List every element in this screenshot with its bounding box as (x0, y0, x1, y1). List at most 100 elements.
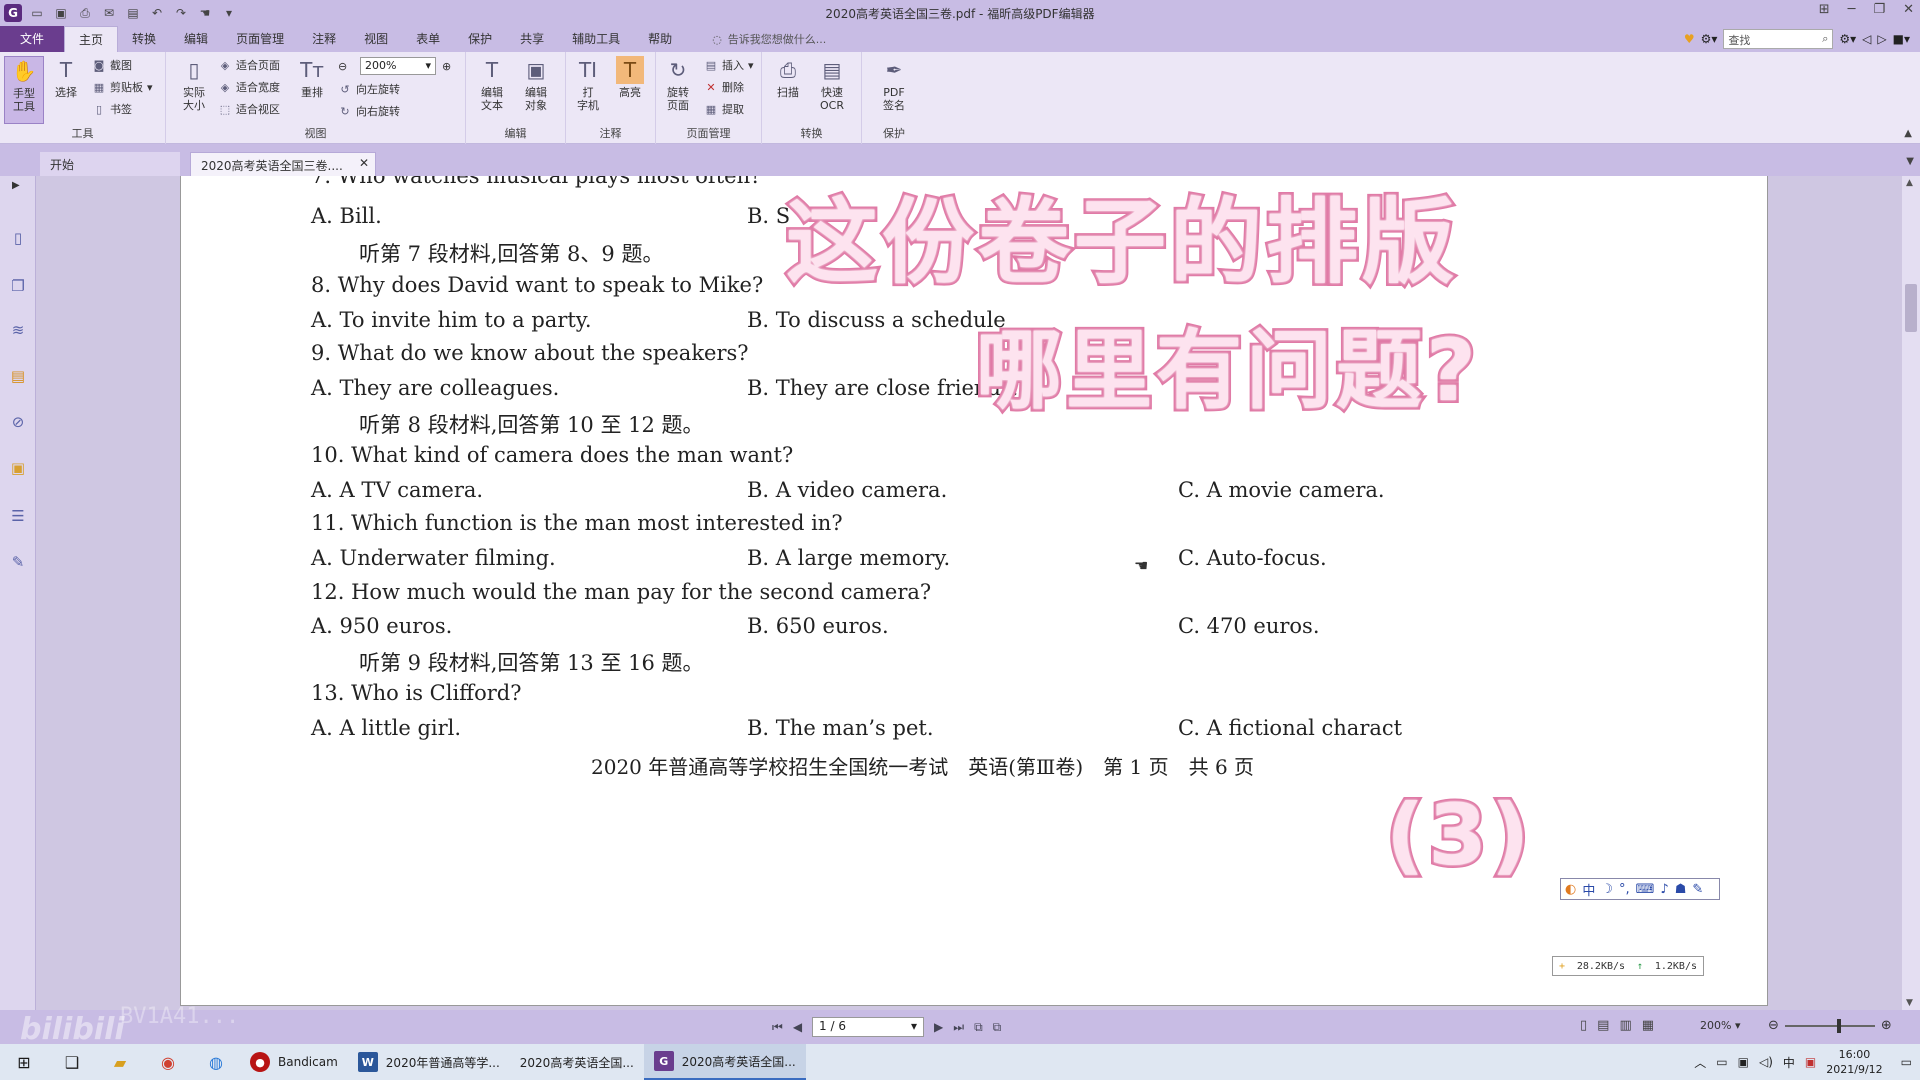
scroll-up-icon[interactable]: ▲ (1906, 178, 1913, 188)
tell-me-box[interactable]: ◌ 告诉我您想做什么... (712, 31, 826, 47)
taskbar-app-word[interactable]: W 2020年普通高等学... (348, 1044, 510, 1080)
security-icon[interactable]: ▣ (8, 458, 28, 478)
network-icon[interactable]: ▣ (1738, 1055, 1749, 1069)
punctuation-icon[interactable]: °, (1619, 882, 1630, 897)
file-explorer-icon[interactable]: ▰ (96, 1044, 144, 1080)
print-icon[interactable]: ⎙ (76, 4, 94, 22)
undo-icon[interactable]: ↶ (148, 4, 166, 22)
single-page-icon[interactable]: ▯ (1580, 1018, 1587, 1033)
bookmark-button[interactable]: ▯ 书签 (92, 100, 132, 118)
tab-file[interactable]: 文件 (0, 26, 65, 52)
zoom-slider[interactable]: ⊖ ⊕ (1768, 1018, 1892, 1033)
restore-button[interactable]: ❐ (1873, 2, 1885, 17)
search-icon[interactable]: ⌕ (1822, 32, 1828, 46)
tray-app-icon[interactable]: ▣ (1805, 1055, 1816, 1069)
reflow-button[interactable]: Tт 重排 (292, 56, 332, 100)
app-logo-icon[interactable]: G (4, 4, 22, 22)
nav-forward-icon[interactable]: ▷ (1877, 32, 1886, 46)
save-icon[interactable]: ▣ (52, 4, 70, 22)
continuous-facing-icon[interactable]: ▦ (1642, 1018, 1654, 1033)
taskbar-app-bandicam[interactable]: ● Bandicam (240, 1044, 348, 1080)
tab-help[interactable]: 帮助 (634, 26, 686, 52)
zoom-status[interactable]: 200% ▾ (1700, 1019, 1740, 1032)
task-view-icon[interactable]: ❑ (48, 1044, 96, 1080)
fit-view-button[interactable]: ⬚ 适合视区 (218, 100, 280, 118)
wrench-icon[interactable]: ✎ (1692, 882, 1703, 897)
zoom-input[interactable]: 200% ▾ (360, 57, 436, 75)
minimize-button[interactable]: ─ (1848, 2, 1856, 17)
tabs-dropdown-icon[interactable]: ▼ (1906, 156, 1914, 167)
hand-dropdown-icon[interactable]: ☚ (196, 4, 214, 22)
form-fields-icon[interactable]: ☰ (8, 506, 28, 526)
user-icon[interactable]: ■▾ (1893, 32, 1910, 46)
mic-icon[interactable]: ♪ (1660, 882, 1668, 897)
hand-tool-button[interactable]: ✋ 手型 工具 (4, 56, 44, 124)
tab-view[interactable]: 视图 (350, 26, 402, 52)
fit-width-button[interactable]: ◈ 适合宽度 (218, 78, 280, 96)
tab-start[interactable]: 开始 (40, 152, 180, 176)
settings-icon[interactable]: ⚙▾ (1839, 32, 1856, 46)
skin-icon[interactable]: ☗ (1675, 882, 1687, 897)
tab-page-manage[interactable]: 页面管理 (222, 26, 298, 52)
tab-convert[interactable]: 转换 (118, 26, 170, 52)
prev-page-icon[interactable]: ◀ (793, 1020, 802, 1034)
select-button[interactable]: T 选择 (46, 56, 86, 100)
tab-form[interactable]: 表单 (402, 26, 454, 52)
extract-button[interactable]: ▦ 提取 (704, 100, 744, 118)
zoom-out-status-icon[interactable]: ⊖ (1768, 1018, 1779, 1033)
highlight-button[interactable]: T 高亮 (610, 56, 650, 99)
zoom-out-icon[interactable]: ⊖ (338, 57, 347, 75)
rotate-left-button[interactable]: ↺ 向左旋转 (338, 80, 400, 98)
chrome-icon[interactable]: ◉ (144, 1044, 192, 1080)
document-area[interactable]: 7. Who watches musical plays most often?… (36, 176, 1902, 1010)
scroll-down-icon[interactable]: ▼ (1906, 998, 1913, 1008)
typewriter-button[interactable]: TI 打 字机 (568, 56, 608, 113)
ime-chinese-icon[interactable]: 中 (1582, 880, 1595, 899)
next-page-icon[interactable]: ▶ (934, 1020, 943, 1034)
insert-button[interactable]: ▤ 插入 ▾ (704, 56, 754, 74)
page-number-input[interactable]: 1 / 6 ▾ (812, 1017, 925, 1037)
quick-ocr-button[interactable]: ▤ 快速 OCR (812, 56, 852, 113)
tab-edit[interactable]: 编辑 (170, 26, 222, 52)
moon-icon[interactable]: ☽ (1601, 882, 1613, 897)
taskbar-app-doc2[interactable]: 2020高考英语全国... (510, 1044, 644, 1080)
tab-accessibility[interactable]: 辅助工具 (558, 26, 634, 52)
bookmarks-icon[interactable]: ❐ (8, 276, 28, 296)
heart-icon[interactable]: ♥ (1684, 32, 1695, 46)
copy-pages-icon[interactable]: ⧉ (974, 1020, 983, 1035)
tab-protect[interactable]: 保护 (454, 26, 506, 52)
browser-icon[interactable]: ◍ (192, 1044, 240, 1080)
rotate-page-button[interactable]: ↻ 旋转 页面 (658, 56, 698, 113)
edit-object-button[interactable]: ▣ 编辑 对象 (516, 56, 556, 113)
rotate-right-button[interactable]: ↻ 向右旋转 (338, 102, 400, 120)
compare-pages-icon[interactable]: ⧉ (993, 1020, 1002, 1035)
search-input[interactable]: 查找 ⌕ (1723, 29, 1834, 49)
ime-toolbar[interactable]: ◐ 中 ☽ °, ⌨ ♪ ☗ ✎ (1560, 878, 1720, 900)
tray-expand-icon[interactable]: ︿ (1694, 1054, 1706, 1071)
search-options-icon[interactable]: ⚙▾ (1701, 32, 1718, 46)
open-icon[interactable]: ▭ (28, 4, 46, 22)
keyboard-icon[interactable]: ⌨ (1636, 882, 1655, 897)
clock[interactable]: 16:00 2021/9/12 (1826, 1047, 1882, 1077)
last-page-icon[interactable]: ⏭ (953, 1020, 964, 1035)
pages-icon[interactable]: ▯ (8, 228, 28, 248)
scan-button[interactable]: ⎙ 扫描 (768, 56, 808, 100)
clipboard-button[interactable]: ▦ 剪贴板 ▾ (92, 78, 153, 96)
tab-share[interactable]: 共享 (506, 26, 558, 52)
comments-icon[interactable]: ▤ (8, 366, 28, 386)
windows-start-icon[interactable]: ⊞ (0, 1044, 48, 1080)
redo-icon[interactable]: ↷ (172, 4, 190, 22)
facing-icon[interactable]: ▥ (1619, 1018, 1631, 1033)
attachments-icon[interactable]: ⊘ (8, 412, 28, 432)
collapse-ribbon-icon[interactable]: ▲ (1904, 128, 1912, 139)
layers-icon[interactable]: ≋ (8, 320, 28, 340)
vertical-scrollbar[interactable]: ▲ ▼ (1902, 176, 1920, 1010)
first-page-icon[interactable]: ⏮ (772, 1020, 783, 1035)
tab-comment[interactable]: 注释 (298, 26, 350, 52)
taskbar-app-foxit[interactable]: G 2020高考英语全国... (643, 1044, 806, 1080)
email-icon[interactable]: ✉ (100, 4, 118, 22)
fit-page-button[interactable]: ◈ 适合页面 (218, 56, 280, 74)
volume-icon[interactable]: ◁) (1759, 1055, 1773, 1069)
customize-icon[interactable]: ▾ (220, 4, 238, 22)
screenshot-button[interactable]: ◙ 截图 (92, 56, 132, 74)
